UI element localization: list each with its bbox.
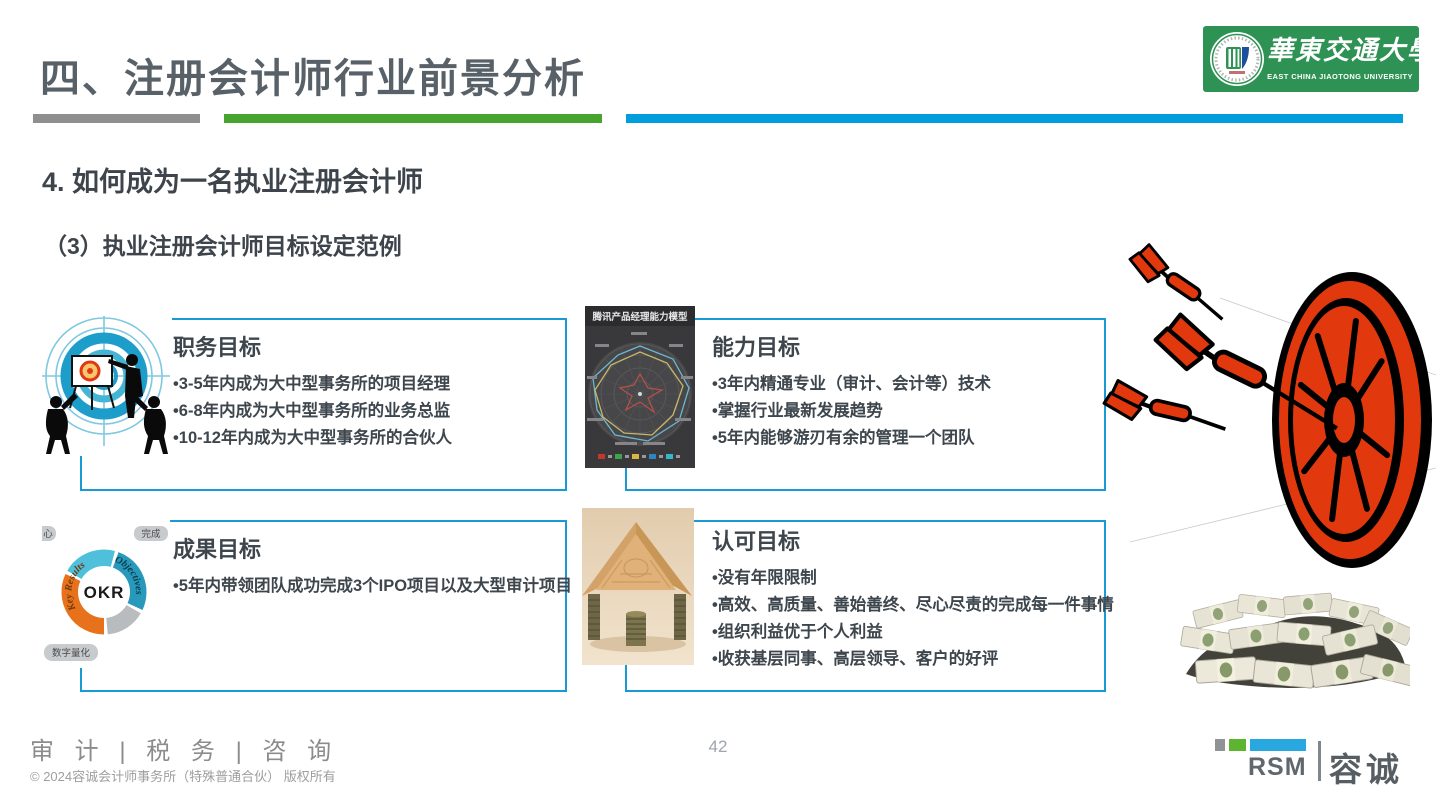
okr-center-label: OKR <box>84 583 125 602</box>
radar-chart-title: 腾讯产品经理能力模型 <box>591 311 688 323</box>
goal-bullet: •组织利益优于个人利益 <box>712 619 1114 646</box>
goal-bullet: •10-12年内成为大中型事务所的合伙人 <box>173 425 452 452</box>
divider-bar-gray <box>33 114 200 123</box>
radar-chart-image: 腾讯产品经理能力模型 <box>585 306 695 468</box>
goal-bullet: •高效、高质量、善始善终、尽心尽责的完成每一件事情 <box>712 592 1114 619</box>
okr-diagram: OKR Key Results Objectives 数字量化 完成 心 <box>42 516 170 668</box>
slide: 四、注册会计师行业前景分析 華東交通大學 EAST CHINA JIAOTONG… <box>0 0 1436 810</box>
goal-bullet: •5年内带领团队成功完成3个IPO项目以及大型审计项目 <box>173 573 572 600</box>
goal-bullet: •3年内精通专业（审计、会计等）技术 <box>712 371 991 398</box>
goal-bullet: •3-5年内成为大中型事务所的项目经理 <box>173 371 452 398</box>
divider-bar-blue <box>626 114 1403 123</box>
target-team-clipart <box>40 314 172 456</box>
goal-title: 认可目标 <box>712 524 1114 556</box>
page-title: 四、注册会计师行业前景分析 <box>40 46 586 104</box>
divider-bar-green <box>224 114 602 123</box>
footer-copyright: © 2024容诚会计师事务所（特殊普通合伙） 版权所有 <box>30 766 336 785</box>
section-label: （3）执业注册会计师目标设定范例 <box>44 227 402 261</box>
rsm-bar-green-icon <box>1229 739 1246 751</box>
money-house-image <box>582 508 694 665</box>
rsm-divider <box>1318 741 1321 781</box>
goal-bullet: •没有年限限制 <box>712 565 1114 592</box>
goal-content-1: 职务目标 •3-5年内成为大中型事务所的项目经理 •6-8年内成为大中型事务所的… <box>173 330 452 452</box>
rongcheng-wordmark: 容诚 <box>1329 743 1403 791</box>
rsm-bar-blue-icon <box>1250 739 1306 751</box>
goal-title: 能力目标 <box>712 330 991 362</box>
goal-bullet: •6-8年内成为大中型事务所的业务总监 <box>173 398 452 425</box>
rsm-bar-gray-icon <box>1215 739 1225 751</box>
university-name-cn: 華東交通大學 <box>1267 30 1417 67</box>
goal-bullet: •掌握行业最新发展趋势 <box>712 398 991 425</box>
university-name-en: EAST CHINA JIAOTONG UNIVERSITY <box>1263 72 1417 81</box>
goal-bullet: •5年内能够游刃有余的管理一个团队 <box>712 425 991 452</box>
university-seal-icon <box>1209 31 1265 87</box>
money-pile-image <box>1178 578 1410 692</box>
rsm-wordmark: RSM <box>1248 753 1307 782</box>
darts-target-illustration <box>1100 240 1436 570</box>
okr-pill-bottom-left: 数字量化 <box>52 647 91 659</box>
goal-title: 成果目标 <box>173 532 572 564</box>
goal-title: 职务目标 <box>173 330 452 362</box>
rsm-logo: RSM 容诚 <box>1210 737 1425 789</box>
goal-content-4: 认可目标 •没有年限限制 •高效、高质量、善始善终、尽心尽责的完成每一件事情 •… <box>712 524 1114 673</box>
goal-content-3: 成果目标 •5年内带领团队成功完成3个IPO项目以及大型审计项目 <box>173 532 572 600</box>
okr-pill-top-left: 心 <box>43 529 53 540</box>
university-logo: 華東交通大學 EAST CHINA JIAOTONG UNIVERSITY <box>1203 26 1419 92</box>
okr-pill-top-right: 完成 <box>141 528 161 540</box>
goal-bullet: •收获基层同事、高层领导、客户的好评 <box>712 646 1114 673</box>
dart-icon <box>1102 379 1231 441</box>
goal-content-2: 能力目标 •3年内精通专业（审计、会计等）技术 •掌握行业最新发展趋势 •5年内… <box>712 330 991 452</box>
slide-subtitle: 4. 如何成为一名执业注册会计师 <box>42 160 423 199</box>
